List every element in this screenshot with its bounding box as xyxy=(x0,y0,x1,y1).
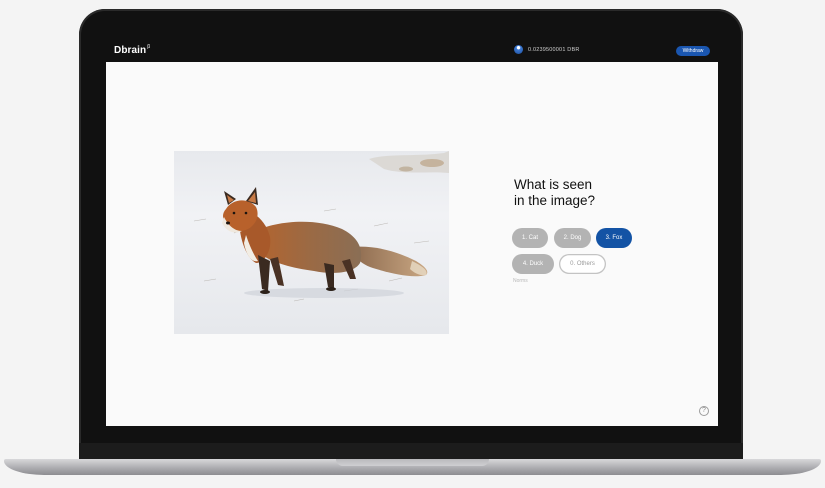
logo-text: Dbrain xyxy=(114,45,147,56)
withdraw-button[interactable]: Withdraw xyxy=(676,46,710,56)
app-header: Dbrainβ 0.0239500001 DBR Withdraw xyxy=(106,40,718,62)
coin-icon xyxy=(514,45,523,54)
question-heading: What is seen in the image? xyxy=(514,177,654,209)
option-fox-button[interactable]: 3. Fox xyxy=(596,228,632,248)
task-image xyxy=(174,151,449,334)
option-others-button[interactable]: 0. Others xyxy=(559,254,606,274)
fox-photo xyxy=(174,151,449,334)
question-line-1: What is seen xyxy=(514,177,593,192)
option-duck-button[interactable]: 4. Duck xyxy=(512,254,554,274)
laptop-notch xyxy=(336,459,489,466)
laptop-mockup: Dbrainβ 0.0239500001 DBR Withdraw What i… xyxy=(0,0,825,488)
hint-link[interactable]: Norms xyxy=(513,278,528,284)
option-cat-button[interactable]: 1. Cat xyxy=(512,228,548,248)
help-icon[interactable]: ? xyxy=(699,406,709,416)
option-dog-button[interactable]: 2. Dog xyxy=(554,228,591,248)
wallet-balance: 0.0239500001 DBR xyxy=(514,45,580,54)
balance-text: 0.0239500001 DBR xyxy=(528,46,580,53)
app-logo[interactable]: Dbrainβ xyxy=(114,44,150,56)
laptop-hinge xyxy=(79,443,743,459)
task-screen: What is seen in the image? 1. Cat 2. Dog… xyxy=(106,62,718,426)
question-line-2: in the image? xyxy=(514,193,596,208)
logo-superscript: β xyxy=(147,44,151,50)
